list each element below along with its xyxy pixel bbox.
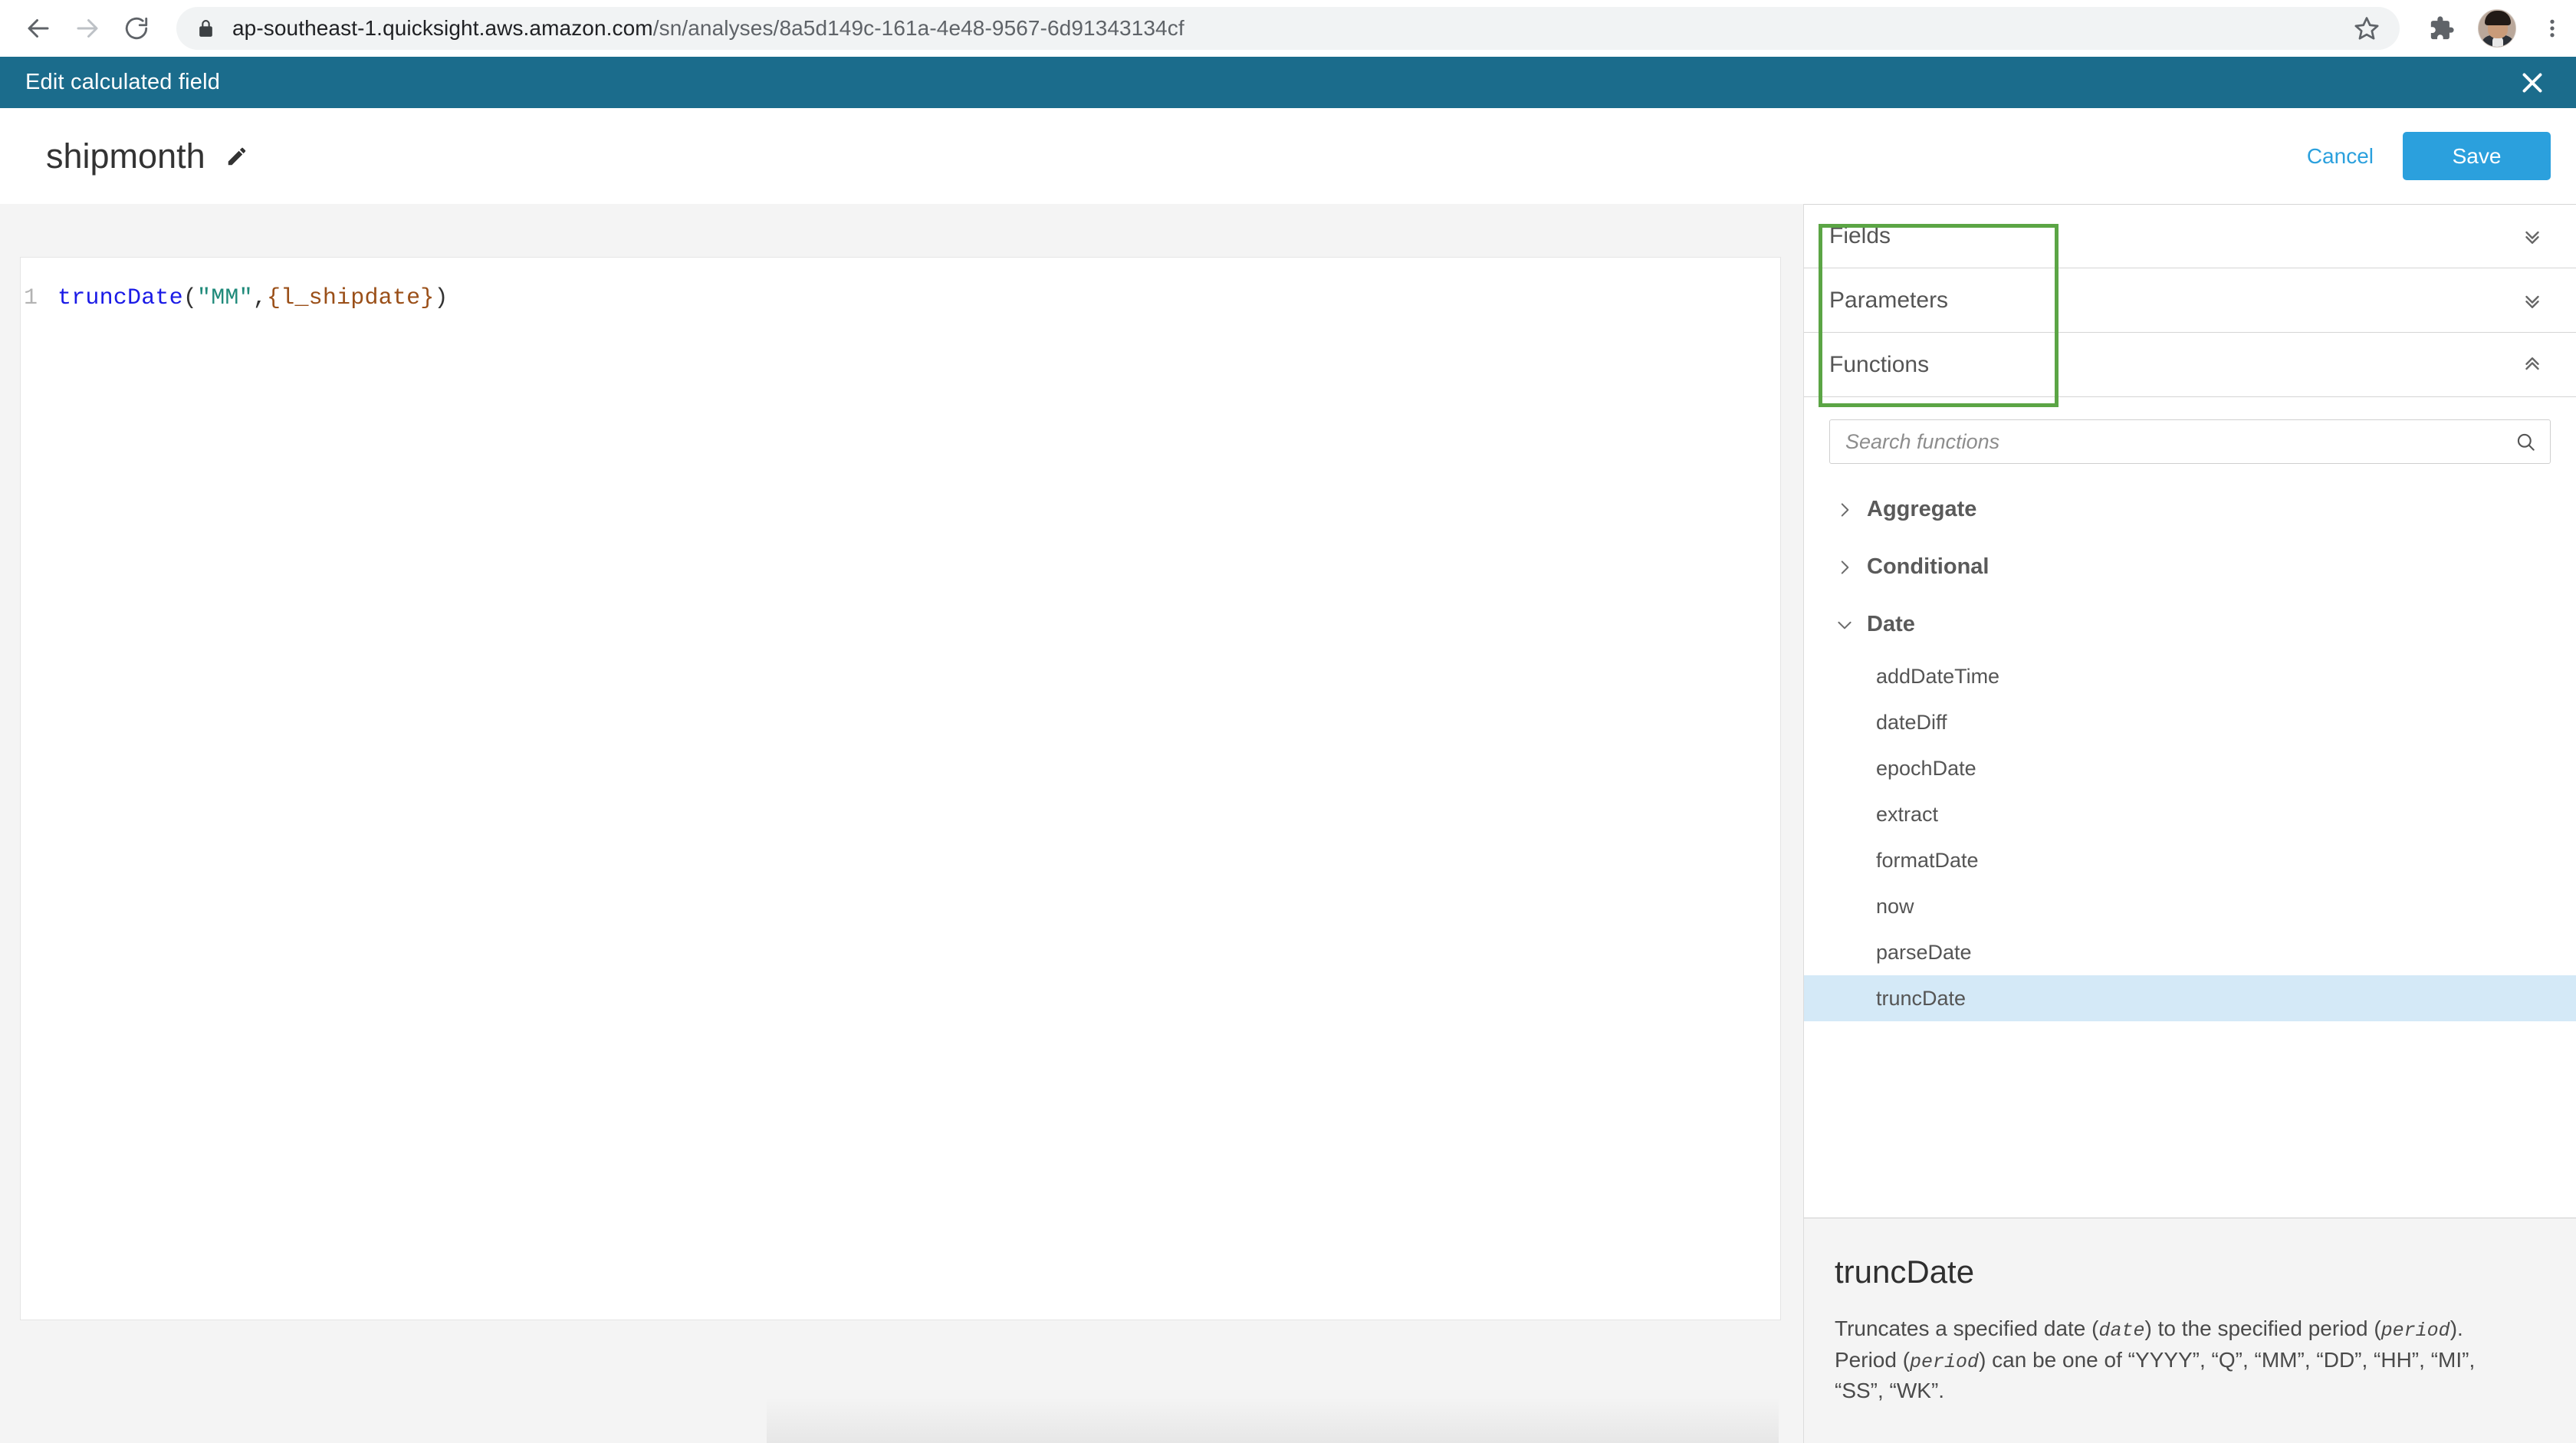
doc-desc-part2: ) to the specified period ( [2144, 1316, 2381, 1340]
modal-body: 1 truncDate("MM",{l_shipdate}) Fields Pa… [0, 204, 2576, 1443]
cancel-button[interactable]: Cancel [2278, 144, 2403, 169]
category-label-conditional: Conditional [1867, 554, 1990, 579]
function-item-parseDate[interactable]: parseDate [1804, 929, 2576, 975]
page-shadow [767, 1397, 1779, 1443]
lock-icon [196, 19, 215, 38]
formula-editor[interactable]: 1 truncDate("MM",{l_shipdate}) [20, 257, 1781, 1320]
section-label-functions: Functions [1829, 351, 1930, 377]
token-string: "MM" [197, 285, 253, 311]
chevron-double-down-icon [2521, 225, 2544, 248]
address-bar[interactable]: ap-southeast-1.quicksight.aws.amazon.com… [176, 7, 2400, 50]
doc-syntax-heading: SYNTAX [1835, 1440, 2545, 1443]
function-browser-panel: Fields Parameters Functions Search funct… [1803, 204, 2576, 1443]
doc-desc-arg-period: period [2380, 1320, 2450, 1342]
close-icon[interactable] [2514, 64, 2551, 101]
section-functions[interactable]: Functions [1804, 333, 2576, 397]
token-open-paren: ( [182, 285, 198, 311]
search-input[interactable] [1845, 429, 2508, 454]
save-button[interactable]: Save [2403, 132, 2551, 180]
back-icon[interactable] [14, 4, 63, 53]
browser-toolbar: ap-southeast-1.quicksight.aws.amazon.com… [0, 0, 2576, 57]
chevron-down-icon [1835, 615, 1867, 635]
puzzle-piece-icon[interactable] [2418, 5, 2466, 52]
doc-title: truncDate [1835, 1254, 1975, 1290]
url-domain: ap-southeast-1.quicksight.aws.amazon.com [232, 16, 653, 40]
avatar[interactable] [2473, 5, 2521, 52]
section-fields[interactable]: Fields [1804, 204, 2576, 268]
forward-icon[interactable] [63, 4, 112, 53]
doc-desc-part1: Truncates a specified date ( [1835, 1316, 2099, 1340]
modal-header: Edit calculated field [0, 57, 2576, 108]
code-expression: truncDate("MM",{l_shipdate}) [58, 284, 449, 312]
section-label-fields: Fields [1829, 223, 1891, 248]
avatar-image [2478, 9, 2516, 48]
search-functions-box[interactable] [1829, 419, 2551, 464]
browser-nav-buttons [0, 4, 161, 53]
token-close-paren: ) [434, 285, 449, 311]
section-parameters[interactable]: Parameters [1804, 268, 2576, 333]
chevron-double-down-icon [2521, 289, 2544, 312]
function-item-addDateTime[interactable]: addDateTime [1804, 653, 2576, 699]
category-aggregate[interactable]: Aggregate [1804, 481, 2576, 538]
category-date[interactable]: Date [1804, 596, 2576, 653]
function-item-truncDate[interactable]: truncDate [1804, 975, 2576, 1021]
doc-desc-arg-period-2: period [1910, 1350, 1980, 1373]
function-item-dateDiff[interactable]: dateDiff [1804, 699, 2576, 745]
calculated-field-title-row: shipmonth Cancel Save [0, 108, 2576, 204]
title-actions: Cancel Save [2278, 132, 2576, 180]
search-container [1804, 397, 2576, 464]
modal-title: Edit calculated field [25, 70, 221, 94]
doc-desc-arg-date: date [2098, 1320, 2145, 1342]
line-number: 1 [23, 285, 38, 311]
url-path: /sn/analyses/8a5d149c-161a-4e48-9567-6d9… [652, 16, 1184, 40]
url-text: ap-southeast-1.quicksight.aws.amazon.com… [232, 16, 1184, 41]
section-label-parameters: Parameters [1829, 287, 1949, 313]
pencil-icon[interactable] [225, 145, 248, 168]
function-documentation: truncDate Truncates a specified date (da… [1804, 1218, 2576, 1443]
chevron-double-up-icon [2521, 353, 2544, 376]
browser-actions [2400, 5, 2576, 52]
token-function: truncDate [58, 285, 183, 311]
chevron-right-icon [1835, 500, 1867, 520]
chevron-right-icon [1835, 557, 1867, 577]
three-dot-menu-icon[interactable] [2528, 5, 2576, 52]
token-comma: , [252, 285, 268, 311]
search-icon[interactable] [2515, 432, 2536, 452]
function-item-epochDate[interactable]: epochDate [1804, 745, 2576, 791]
doc-description: Truncates a specified date (date) to the… [1835, 1313, 2525, 1406]
function-item-extract[interactable]: extract [1804, 791, 2576, 837]
category-label-aggregate: Aggregate [1867, 497, 1977, 521]
function-item-formatDate[interactable]: formatDate [1804, 837, 2576, 883]
category-label-date: Date [1867, 612, 1915, 636]
category-conditional[interactable]: Conditional [1804, 538, 2576, 596]
token-field-ref: {l_shipdate} [267, 285, 435, 311]
code-line-1: 1 truncDate("MM",{l_shipdate}) [21, 258, 1780, 312]
star-icon[interactable] [2354, 15, 2380, 41]
function-category-tree: Aggregate Conditional Date addDateTime d… [1804, 464, 2576, 1021]
page-title: shipmonth [46, 136, 205, 176]
reload-icon[interactable] [112, 4, 161, 53]
function-item-now[interactable]: now [1804, 883, 2576, 929]
